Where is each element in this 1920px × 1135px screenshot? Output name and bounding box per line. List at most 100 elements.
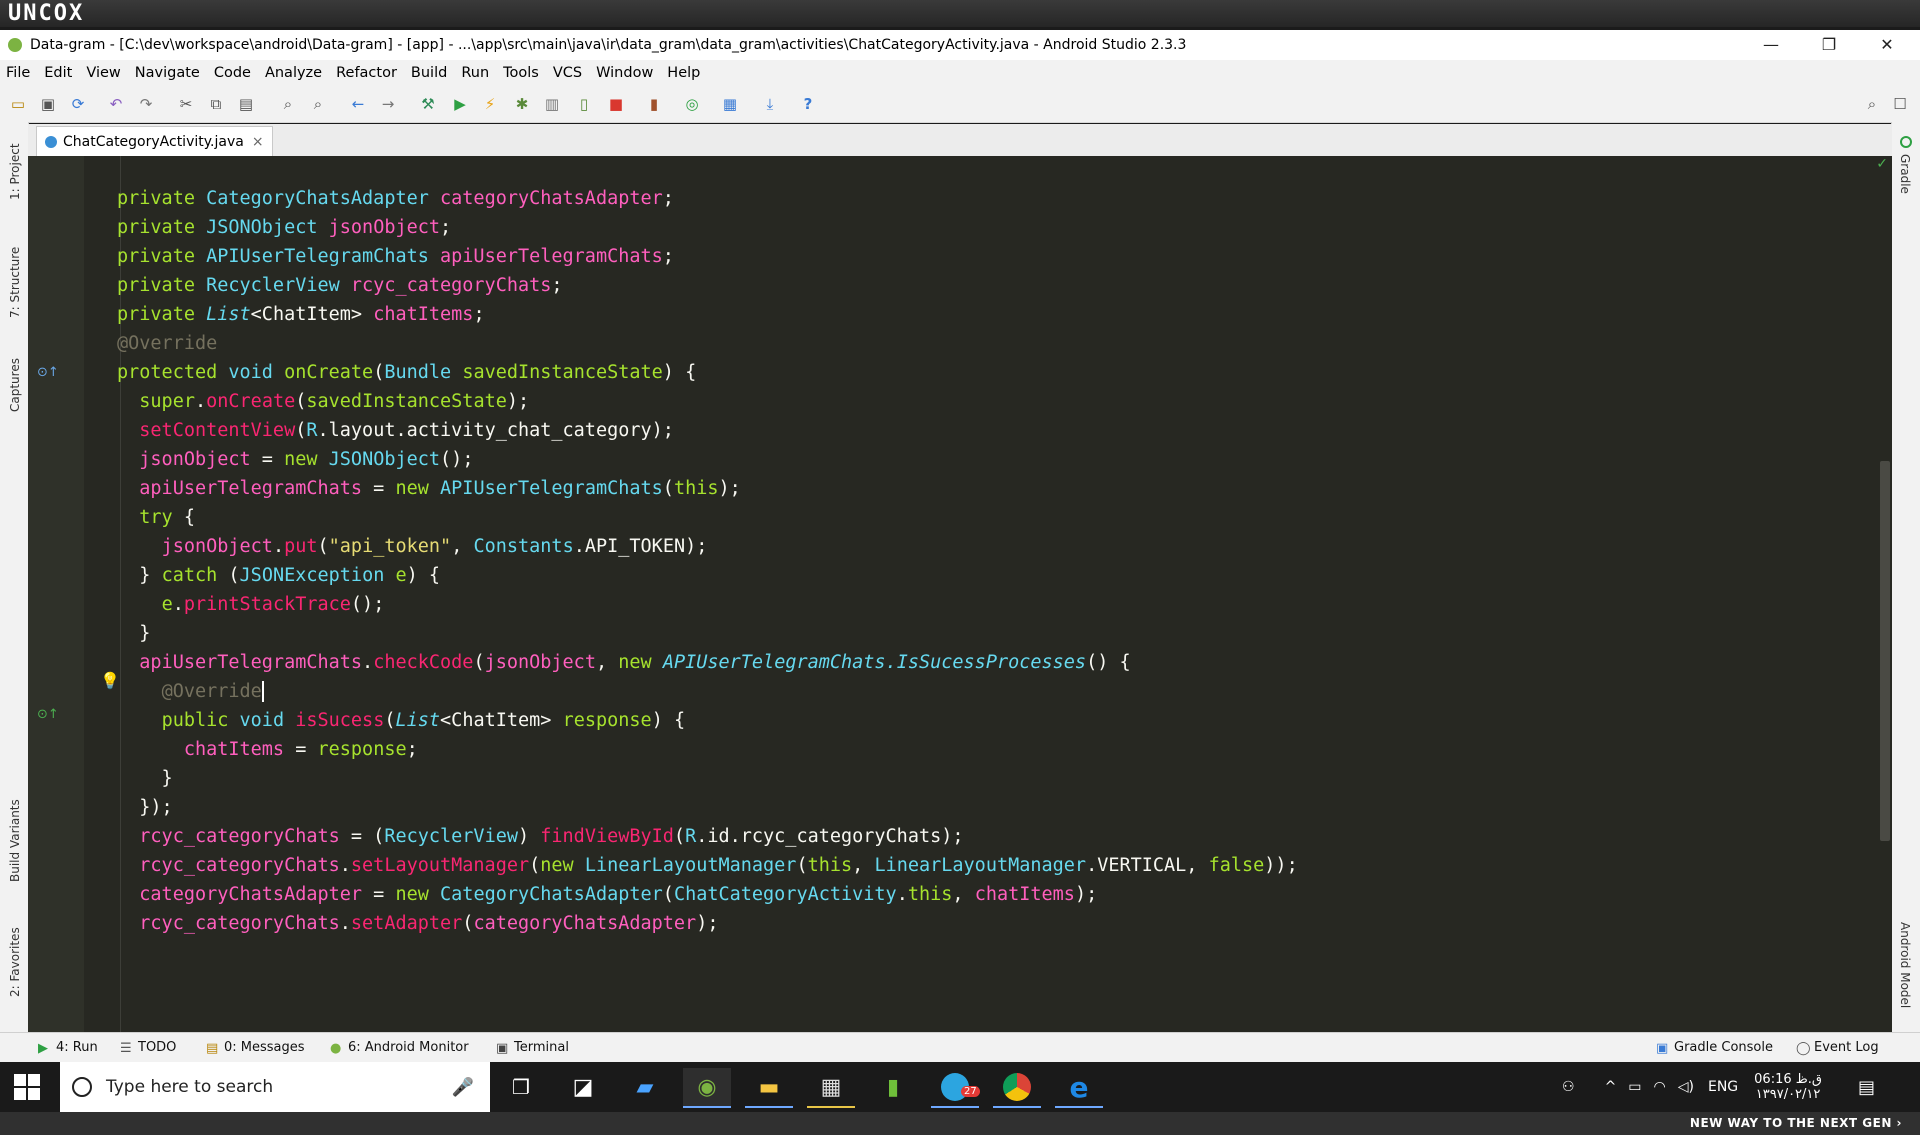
menu-refactor[interactable]: Refactor: [330, 65, 405, 81]
menu-view[interactable]: View: [80, 65, 128, 81]
people-icon[interactable]: ⚇: [1562, 1079, 1575, 1095]
windows-start-icon[interactable]: [14, 1074, 40, 1100]
windows-taskbar: Type here to search 🎤 ❐ ◪ ▰ ◉ ▬ ▦ ▮ 27 e…: [0, 1062, 1920, 1112]
minimize-button[interactable]: —: [1742, 30, 1800, 60]
code-line: chatItems = response;: [183, 739, 418, 760]
cut-icon[interactable]: ✂: [176, 94, 196, 114]
undo-icon[interactable]: ↶: [106, 94, 126, 114]
run-icon[interactable]: ▶: [450, 94, 470, 114]
code-line: }: [117, 768, 173, 789]
copy-icon[interactable]: ⧉: [206, 94, 226, 114]
code-line: try {: [139, 507, 195, 528]
event-log-button[interactable]: ◯ Event Log: [1796, 1040, 1879, 1056]
window-titlebar: Data-gram - [C:\dev\workspace\android\Da…: [0, 30, 1920, 60]
action-center-icon[interactable]: ▤: [1858, 1077, 1875, 1098]
battery-icon[interactable]: ▭: [1628, 1079, 1641, 1095]
tool-captures[interactable]: Captures: [8, 358, 22, 412]
menu-analyze[interactable]: Analyze: [259, 65, 330, 81]
app-icon[interactable]: ▰: [621, 1068, 669, 1106]
restore-button[interactable]: ❐: [1800, 30, 1858, 60]
avd-manager-icon[interactable]: ▮: [644, 94, 664, 114]
menu-edit[interactable]: Edit: [38, 65, 80, 81]
telegram-icon[interactable]: 27: [931, 1068, 980, 1108]
edge-icon[interactable]: e: [1055, 1068, 1103, 1108]
editor-scrollbar[interactable]: [1880, 461, 1890, 841]
back-icon[interactable]: ←: [348, 94, 368, 114]
help-icon[interactable]: ?: [798, 94, 818, 114]
stop-icon[interactable]: ■: [606, 94, 626, 114]
tool-project[interactable]: 1: Project: [8, 143, 22, 200]
todo-tool-button[interactable]: ☰ TODO: [120, 1040, 176, 1056]
make-project-icon[interactable]: ⚒: [418, 94, 438, 114]
menu-run[interactable]: Run: [455, 65, 497, 81]
android-studio-taskbar-icon[interactable]: ◉: [683, 1068, 731, 1108]
menu-navigate[interactable]: Navigate: [129, 65, 208, 81]
code-line: public void isSucess(List<ChatItem> resp…: [161, 710, 686, 731]
code-line: private APIUserTelegramChats apiUserTele…: [117, 246, 674, 267]
forward-icon[interactable]: →: [378, 94, 398, 114]
brand-logo: UNCOX: [0, 0, 1920, 27]
tool-gradle[interactable]: Gradle: [1898, 154, 1912, 194]
terminal-tool-button[interactable]: ▣ Terminal: [496, 1040, 569, 1056]
clock[interactable]: 06:16 ق.ظ ۱۳۹۷/۰۲/۱۲: [1754, 1072, 1822, 1102]
search-everywhere-icon[interactable]: ⌕: [1862, 94, 1882, 114]
editor-tabs: ChatCategoryActivity.java ×: [28, 124, 1892, 157]
sdk-manager-icon[interactable]: ⤓: [760, 94, 780, 114]
redo-icon[interactable]: ↷: [136, 94, 156, 114]
gradle-console-button[interactable]: ▣ Gradle Console: [1656, 1040, 1773, 1056]
android-icon: ●: [330, 1040, 342, 1056]
android-monitor-tool-button[interactable]: ● 6: Android Monitor: [330, 1040, 469, 1056]
microphone-icon[interactable]: 🎤: [452, 1077, 474, 1098]
menu-window[interactable]: Window: [590, 65, 661, 81]
sync-icon[interactable]: ⟳: [68, 94, 88, 114]
volume-icon[interactable]: ◁): [1678, 1079, 1694, 1095]
tool-build-variants[interactable]: Build Variants: [8, 799, 22, 882]
tool-structure[interactable]: 7: Structure: [8, 247, 22, 318]
messages-tool-button[interactable]: ▤ 0: Messages: [206, 1040, 305, 1056]
tool-favorites[interactable]: 2: Favorites: [8, 927, 22, 997]
code-editor[interactable]: ⊙↑ ⊙↑ 💡 private CategoryChatsAdapter cat…: [28, 156, 1892, 1032]
sticky-notes-icon[interactable]: ◪: [559, 1068, 607, 1106]
menu-bar: File Edit View Navigate Code Analyze Ref…: [0, 60, 1920, 86]
java-class-icon: [45, 136, 57, 148]
menu-file[interactable]: File: [0, 65, 38, 81]
film-app-icon[interactable]: ▦: [807, 1068, 855, 1108]
project-structure-icon[interactable]: ▦: [720, 94, 740, 114]
code-line: e.printStackTrace();: [161, 594, 385, 615]
paste-icon[interactable]: ▤: [236, 94, 256, 114]
menu-vcs[interactable]: VCS: [547, 65, 590, 81]
user-icon[interactable]: ☐: [1890, 94, 1910, 114]
instant-run-icon[interactable]: ⚡: [480, 94, 500, 114]
tool-android-model[interactable]: Android Model: [1898, 922, 1912, 1008]
todo-icon: ☰: [120, 1040, 132, 1056]
menu-tools[interactable]: Tools: [497, 65, 547, 81]
code-content[interactable]: private CategoryChatsAdapter categoryCha…: [117, 184, 1298, 938]
code-line: protected void onCreate(Bundle savedInst…: [117, 362, 697, 383]
menu-build[interactable]: Build: [405, 65, 455, 81]
implement-marker-icon[interactable]: ⊙↑: [37, 707, 59, 722]
tray-overflow-icon[interactable]: ^: [1605, 1079, 1617, 1095]
wifi-icon[interactable]: ◠: [1654, 1079, 1666, 1095]
tab-chatcategoryactivity[interactable]: ChatCategoryActivity.java ×: [36, 126, 273, 157]
replace-icon[interactable]: ⌕: [308, 94, 328, 114]
menu-help[interactable]: Help: [661, 65, 708, 81]
task-view-icon[interactable]: ❐: [497, 1068, 545, 1106]
file-explorer-icon[interactable]: ▬: [745, 1068, 793, 1108]
close-button[interactable]: ✕: [1858, 30, 1916, 60]
override-marker-icon[interactable]: ⊙↑: [37, 365, 59, 380]
language-indicator[interactable]: ENG: [1708, 1079, 1738, 1095]
gradle-sync-icon[interactable]: ◎: [682, 94, 702, 114]
tab-close-icon[interactable]: ×: [252, 134, 264, 150]
code-line: apiUserTelegramChats = new APIUserTelegr…: [139, 478, 741, 499]
chrome-icon[interactable]: [993, 1068, 1041, 1108]
taskbar-search[interactable]: Type here to search 🎤: [60, 1062, 490, 1112]
run-tool-button[interactable]: ▶ 4: Run: [38, 1040, 98, 1056]
debug-icon[interactable]: ✱: [512, 94, 532, 114]
menu-code[interactable]: Code: [208, 65, 259, 81]
save-icon[interactable]: ▣: [38, 94, 58, 114]
open-icon[interactable]: ▭: [8, 94, 28, 114]
profile-icon[interactable]: ▥: [542, 94, 562, 114]
find-icon[interactable]: ⌕: [278, 94, 298, 114]
green-app-icon[interactable]: ▮: [869, 1068, 917, 1106]
attach-debugger-icon[interactable]: ▯: [574, 94, 594, 114]
